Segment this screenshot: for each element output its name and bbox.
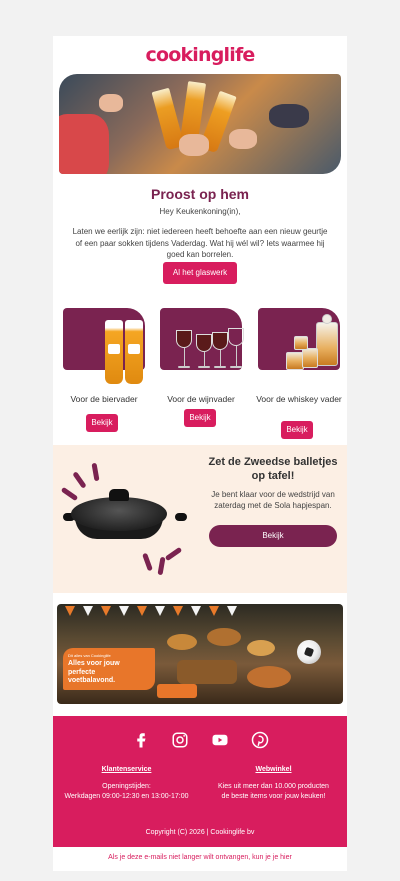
- youtube-icon[interactable]: [211, 731, 229, 749]
- footer: Klantenservice Openingstijden: Werkdagen…: [53, 716, 347, 847]
- hand: [179, 134, 209, 156]
- opening-hours-value: Werkdagen 09:00-12:30 en 13:00-17:00: [64, 792, 189, 800]
- webshop-text: Kies uit meer dan 10.000 producten de be…: [200, 782, 347, 801]
- webshop-link[interactable]: Webwinkel: [200, 766, 347, 773]
- product-label: Voor de whiskey vader: [256, 394, 342, 404]
- whisky-glass-image: [302, 348, 318, 368]
- webshop-text-line: de beste items voor jouw keuken!: [221, 792, 326, 800]
- banner-headline: Alles voor jouw perfecte voetbalavond.: [68, 660, 120, 684]
- product-card-beer[interactable]: Voor de biervader: [63, 308, 145, 404]
- email-container: cookinglife Proost op hem Hey Keukenkoni…: [53, 36, 347, 871]
- product-card-whiskey[interactable]: Voor de whiskey vader: [256, 308, 342, 404]
- unsubscribe-link[interactable]: Als je deze e-mails niet langer wilt ont…: [53, 854, 347, 861]
- cookinglife-logo[interactable]: cookinglife: [53, 44, 347, 66]
- pan-knob: [109, 489, 129, 501]
- sola-title: Zet de Zweedse balletjes op tafel!: [208, 456, 338, 482]
- all-glassware-button[interactable]: Al het glaswerk: [163, 262, 237, 284]
- pan-lid: [71, 497, 167, 531]
- whisky-glass-image: [294, 336, 308, 350]
- person-shirt: [59, 114, 109, 174]
- wine-bekijk-button[interactable]: Bekijk: [184, 409, 216, 427]
- wine-glass-image: [212, 332, 228, 350]
- sola-promo-block: Zet de Zweedse balletjes op tafel! Je be…: [53, 445, 347, 593]
- product-label: Voor de wijnvader: [167, 394, 235, 404]
- customer-service-link[interactable]: Klantenservice: [53, 766, 200, 773]
- bunting-flags: [57, 604, 343, 620]
- hero-image[interactable]: [59, 74, 341, 174]
- arm: [269, 104, 309, 128]
- opening-hours-label: Openingstijden:: [102, 783, 151, 790]
- wine-glass-image: [176, 330, 192, 348]
- hand: [99, 94, 123, 112]
- snack-board: [177, 660, 237, 684]
- snack-bowl: [207, 628, 241, 646]
- product-label: Voor de biervader: [70, 394, 138, 404]
- wine-glass-image: [196, 334, 212, 352]
- napkin: [157, 684, 197, 698]
- snack-bowl: [247, 640, 275, 656]
- pan-handle: [175, 513, 187, 521]
- instagram-icon[interactable]: [171, 731, 189, 749]
- beer-glass-image: [105, 320, 123, 384]
- webshop-text-line: Kies uit meer dan 10.000 producten: [218, 783, 329, 790]
- football-image: [297, 640, 321, 664]
- facebook-icon[interactable]: [132, 731, 150, 749]
- whiskey-bekijk-button[interactable]: Bekijk: [281, 421, 313, 439]
- banner-small-text: Dit alles van Cookinglife: [68, 653, 111, 658]
- banner-tag: Dit alles van Cookinglife Alles voor jou…: [63, 648, 155, 690]
- sola-bekijk-button[interactable]: Bekijk: [209, 525, 337, 547]
- greeting-text: Hey Keukenkoning(in),: [159, 207, 241, 216]
- intro-text: Laten we eerlijk zijn: niet iedereen hee…: [72, 227, 328, 259]
- football-evening-banner[interactable]: Dit alles van Cookinglife Alles voor jou…: [57, 604, 343, 704]
- beer-bekijk-button[interactable]: Bekijk: [86, 414, 118, 432]
- sola-text: Je bent klaar voor de wedstrijd van zate…: [211, 490, 335, 510]
- hand: [229, 129, 257, 149]
- copyright-text: Copyright (C) 2026 | Cookinglife bv: [145, 829, 255, 836]
- snack-bowl: [167, 634, 197, 650]
- hero-title: Proost op hem: [150, 186, 249, 202]
- customer-service-text: Openingstijden: Werkdagen 09:00-12:30 en…: [53, 782, 200, 801]
- wine-glass-image: [228, 328, 244, 346]
- beer-glass-image: [125, 320, 143, 384]
- pinterest-icon[interactable]: [251, 731, 269, 749]
- snack-bowl: [247, 666, 291, 688]
- product-card-wine[interactable]: Voor de wijnvader: [160, 308, 244, 404]
- decanter-image: [316, 322, 338, 366]
